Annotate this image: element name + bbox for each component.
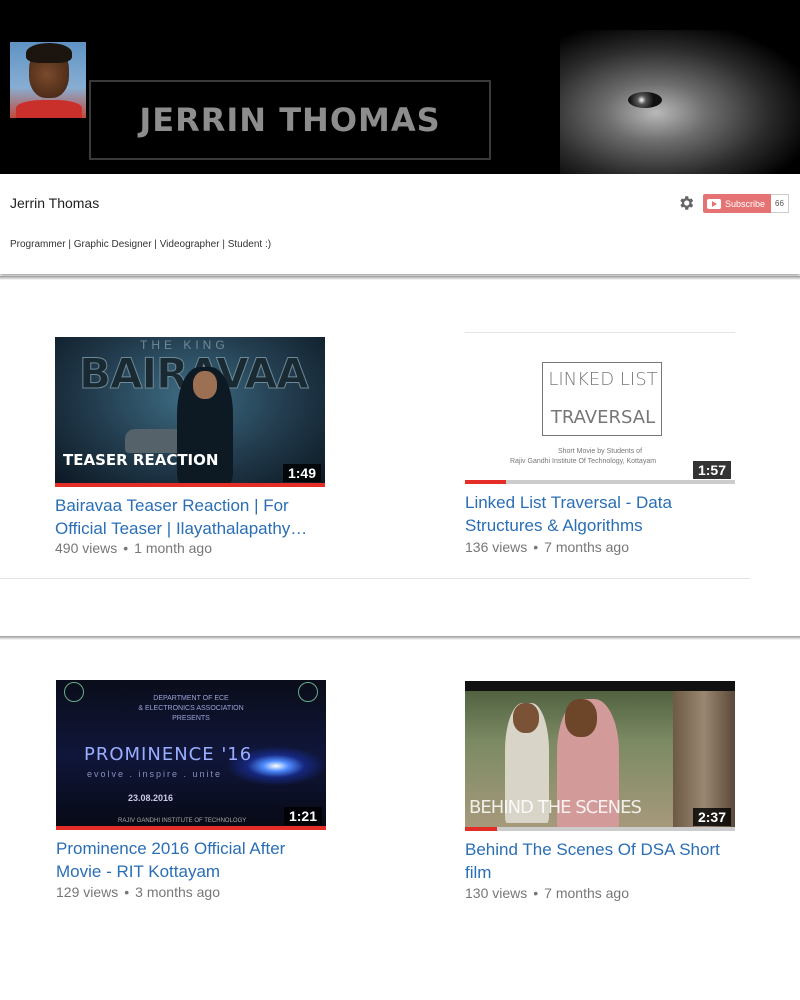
video-thumbnail[interactable]: DEPARTMENT OF ECE & ELECTRONICS ASSOCIAT… — [56, 680, 326, 830]
duration-badge: 1:21 — [283, 807, 322, 825]
duration-badge: 2:37 — [692, 808, 731, 826]
channel-name[interactable]: Jerrin Thomas — [10, 195, 99, 211]
video-title-link[interactable]: Behind The Scenes Of DSA Short film — [465, 838, 740, 884]
watch-progress-bar — [55, 483, 325, 487]
subscribe-widget: Subscribe 66 — [703, 194, 789, 213]
video-title-link[interactable]: Linked List Traversal - Data Structures … — [465, 491, 740, 537]
view-count: 129 views — [56, 884, 119, 900]
youtube-play-icon — [707, 198, 721, 209]
channel-description: Programmer | Graphic Designer | Videogra… — [10, 239, 272, 250]
thumb-top-rule — [465, 332, 735, 333]
upload-age: 7 months ago — [544, 885, 630, 901]
watch-progress-bar — [465, 827, 735, 831]
watch-progress-bar — [56, 826, 326, 830]
banner-portrait — [560, 30, 800, 174]
video-meta: 490 views • 1 month ago — [55, 540, 213, 556]
upload-age: 3 months ago — [135, 884, 221, 900]
video-meta: 129 views • 3 months ago — [56, 884, 221, 900]
row-divider — [0, 578, 750, 579]
view-count: 490 views — [55, 540, 118, 556]
video-meta: 136 views • 7 months ago — [465, 539, 630, 555]
video-thumbnail[interactable]: LINKED LIST TRAVERSAL Short Movie by Stu… — [465, 334, 735, 484]
video-meta: 130 views • 7 months ago — [465, 885, 630, 901]
subscribe-label: Subscribe — [725, 198, 766, 209]
duration-badge: 1:57 — [692, 461, 731, 479]
channel-header: Jerrin Thomas Programmer | Graphic Desig… — [0, 174, 800, 274]
video-title-link[interactable]: Bairavaa Teaser Reaction | For Official … — [55, 494, 330, 540]
channel-banner: JERRIN THOMAS — [0, 0, 800, 174]
upload-age: 1 month ago — [134, 540, 213, 556]
view-count: 136 views — [465, 539, 528, 555]
duration-badge: 1:49 — [282, 464, 321, 482]
video-thumbnail[interactable]: THE KING BAIRAVAA TEASER REACTION 1:49 — [55, 337, 325, 487]
gear-icon[interactable] — [677, 194, 695, 212]
banner-title: JERRIN THOMAS — [139, 101, 441, 139]
view-count: 130 views — [465, 885, 528, 901]
section-divider — [0, 636, 800, 640]
watch-progress-bar — [465, 480, 735, 484]
subscriber-count: 66 — [771, 194, 789, 213]
subscribe-button[interactable]: Subscribe — [703, 194, 772, 213]
section-divider — [0, 276, 800, 280]
upload-age: 7 months ago — [544, 539, 630, 555]
channel-avatar[interactable] — [10, 42, 86, 118]
video-thumbnail[interactable]: BEHIND THE SCENES 2:37 — [465, 681, 735, 831]
video-title-link[interactable]: Prominence 2016 Official After Movie - R… — [56, 837, 331, 883]
banner-eye — [628, 92, 662, 108]
banner-title-box: JERRIN THOMAS — [89, 80, 491, 160]
